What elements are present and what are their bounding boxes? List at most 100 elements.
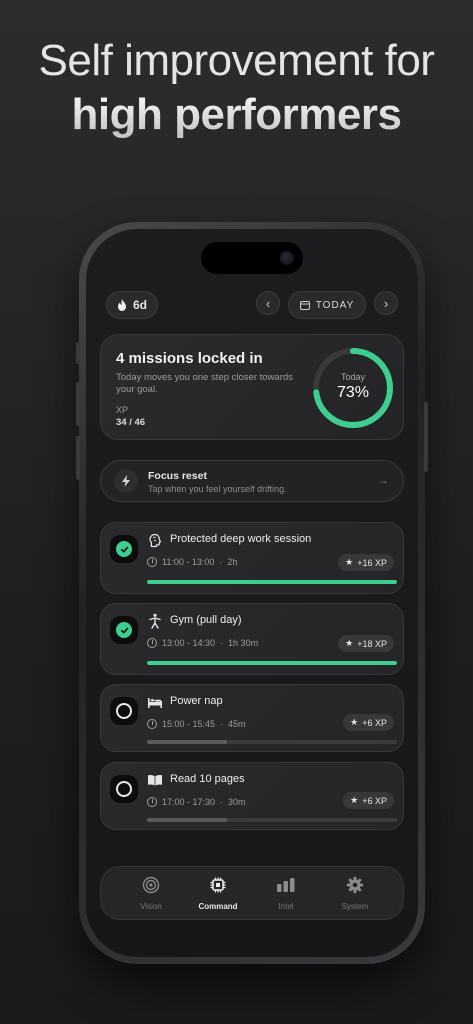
summary-subtitle: Today moves you one step closer towards … [116,372,293,395]
focus-title: Focus reset [148,470,207,482]
bed-icon [147,694,163,710]
task-duration: 2h [227,557,238,567]
brain-icon [147,532,163,548]
dynamic-island [201,242,303,274]
mute-switch [76,342,80,364]
task-checkbox[interactable] [110,775,138,803]
task-duration: 1h 30m [228,638,259,648]
checkmark-icon [120,546,128,552]
star-icon: ★ [345,638,354,648]
star-icon: ★ [350,795,359,805]
power-button [424,402,428,472]
bottom-tab-bar: Vision Command Intel System [100,866,404,920]
streak-count: 6d [132,298,147,312]
bar-chart-icon [256,875,316,895]
task-progress-bar [147,661,397,665]
xp-badge: ★ +6 XP [343,792,394,809]
chip-icon [188,875,248,895]
task-checkbox[interactable] [110,535,138,563]
phone-screen: 6d ‹ TODAY › 4 missions locked in Today … [86,229,418,957]
task-name: Power nap [170,695,223,707]
checkmark-icon [120,627,128,633]
task-time: 17:00 - 17:30 · 30m [147,797,246,807]
task-time-range: 13:00 - 14:30 [162,638,216,648]
today-label: TODAY [315,299,355,311]
star-icon: ★ [345,557,354,567]
task-progress-fill [147,740,227,744]
task-checkbox[interactable] [110,616,138,644]
volume-down-button [76,436,80,480]
chevron-right-icon: › [383,295,389,311]
flame-icon [117,299,126,311]
tab-label: System [341,902,369,911]
tab-label: Vision [140,902,162,911]
arrow-right-icon: → [377,473,389,487]
tab-label: Command [198,902,238,911]
tab-vision[interactable]: Vision [121,875,181,911]
headline-line-2: high performers [0,88,473,142]
xp-badge: ★ +18 XP [338,635,394,652]
daily-summary-card: 4 missions locked in Today moves you one… [100,334,404,440]
task-name: Protected deep work session [170,533,312,545]
progress-ring: Today 73% [311,346,395,430]
xp-amount: +16 XP [357,557,387,568]
task-time: 13:00 - 14:30 · 1h 30m [147,638,258,648]
headline: Self improvement for high performers [0,34,473,142]
tab-intel[interactable]: Intel [256,875,316,911]
task-card[interactable]: Power nap 15:00 - 15:45 · 45m ★ +6 XP [100,684,404,752]
gear-icon [325,875,385,895]
task-name: Gym (pull day) [170,614,242,626]
target-icon [121,875,181,895]
book-icon [147,772,163,788]
task-checkbox[interactable] [110,697,138,725]
previous-day-button[interactable]: ‹ [256,291,280,315]
headline-line-1: Self improvement for [38,36,435,85]
star-icon: ★ [350,717,359,727]
volume-up-button [76,382,80,426]
task-progress-fill [147,580,397,584]
calendar-icon [299,301,310,310]
xp-badge: ★ +16 XP [338,554,394,571]
task-time-range: 17:00 - 17:30 [162,797,216,807]
clock-icon [147,719,157,729]
task-progress-bar [147,580,397,584]
lightning-icon [114,469,138,493]
tab-command[interactable]: Command [188,875,248,911]
clock-icon [147,638,157,648]
phone-frame: 6d ‹ TODAY › 4 missions locked in Today … [76,222,428,964]
camera-icon [280,251,294,265]
clock-icon [147,797,157,807]
focus-reset-button[interactable]: Focus reset Tap when you feel yourself d… [100,460,404,502]
next-day-button[interactable]: › [374,291,398,315]
task-card[interactable]: Gym (pull day) 13:00 - 14:30 · 1h 30m ★ +18… [100,603,404,675]
today-button[interactable]: TODAY [288,291,366,319]
task-duration: 30m [228,797,246,807]
ring-label: Today [340,372,366,382]
tab-system[interactable]: System [325,875,385,911]
task-time: 15:00 - 15:45 · 45m [147,719,246,729]
xp-amount: +6 XP [362,795,387,806]
task-name: Read 10 pages [170,773,245,785]
task-progress-fill [147,818,227,822]
task-time-range: 11:00 - 13:00 [162,557,215,567]
clock-icon [147,557,157,567]
task-card[interactable]: Protected deep work session 11:00 - 13:0… [100,522,404,594]
tab-label: Intel [278,902,294,911]
task-card[interactable]: Read 10 pages 17:00 - 17:30 · 30m ★ +6 XP [100,762,404,830]
xp-amount: +18 XP [357,638,387,649]
xp-value: 34 / 46 [116,417,146,428]
task-progress-bar [147,740,397,744]
xp-amount: +6 XP [362,717,387,728]
xp-badge: ★ +6 XP [343,714,394,731]
xp-label: XP [116,405,129,415]
person-walking-icon [147,613,163,629]
top-bar: 6d ‹ TODAY › [106,290,406,320]
streak-badge[interactable]: 6d [106,291,158,319]
chevron-left-icon: ‹ [265,295,271,311]
task-progress-fill [147,661,397,665]
focus-subtitle: Tap when you feel yourself drifting. [148,484,287,494]
task-time-range: 15:00 - 15:45 [162,719,216,729]
task-progress-bar [147,818,397,822]
task-duration: 45m [228,719,246,729]
ring-percent: 73% [336,384,370,401]
